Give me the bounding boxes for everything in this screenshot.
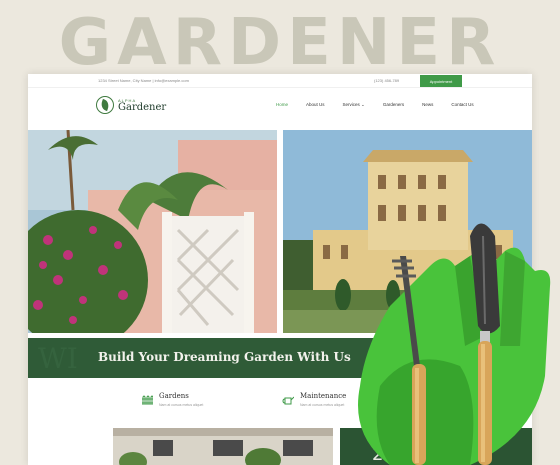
banner-ghost-text: WI [38,342,78,375]
main-nav: Home About Us Services ⌄ Gardeners News … [276,102,492,108]
address-text: 1234 Street Name, City Name | info@examp… [98,78,189,83]
fence-icon [142,395,153,405]
nav-item-about[interactable]: About Us [306,102,325,108]
logo[interactable]: ALPHA Gardener [96,96,166,114]
service-gardens[interactable]: Gardens Nam at cursus metus aliquet [141,392,203,407]
logo-name: Gardener [118,101,167,113]
appointment-button[interactable]: Appointment [420,75,462,87]
house-image [113,428,333,465]
service-title: Gardens [159,392,189,400]
gloves-and-tools-image [358,223,551,465]
site-header: ALPHA Gardener Home About Us Services ⌄ … [28,88,532,128]
watering-can-icon [282,396,294,405]
nav-item-home[interactable]: Home [276,102,288,108]
banner-headline: Build Your Dreaming Garden With Us [98,350,351,364]
top-bar: 1234 Street Name, City Name | info@examp… [28,74,532,88]
nav-item-services[interactable]: Services ⌄ [343,102,365,108]
background-title: GARDENER [58,6,502,80]
phone-text: (123) 456-789 [374,78,400,83]
service-desc: Nam at cursus metus aliquet [159,403,204,407]
nav-item-gardeners[interactable]: Gardeners [383,102,404,108]
hero-image-gate [28,130,277,333]
nav-item-contact[interactable]: Contact Us [451,102,473,108]
leaf-icon [96,96,114,114]
nav-item-news[interactable]: News [422,102,433,108]
